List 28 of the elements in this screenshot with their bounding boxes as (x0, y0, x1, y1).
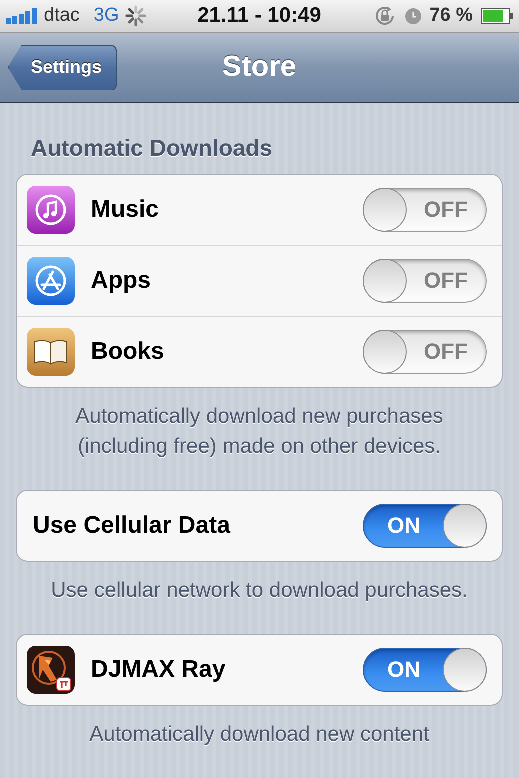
music-note-icon (27, 186, 75, 234)
battery-icon (481, 8, 514, 24)
section-footer: Automatically download new content (90, 720, 430, 750)
toggle-switch[interactable]: OFF (363, 259, 487, 303)
carrier-name: dtac (44, 5, 80, 27)
setting-label: Use Cellular Data (32, 512, 232, 540)
section-footer: Automatically download new purchases (including free) made on other devices. (50, 402, 470, 462)
page-title: Store (222, 51, 297, 84)
back-button[interactable]: Settings (8, 44, 118, 90)
app-store-icon (27, 257, 75, 305)
toggle-switch[interactable]: OFF (363, 188, 487, 232)
setting-label: DJMAX Ray (91, 656, 227, 684)
setting-label: Music (91, 196, 160, 224)
battery-percentage: 76 % (430, 5, 474, 27)
section-header: Automatic Downloads (31, 135, 273, 162)
setting-label: Books (91, 338, 166, 366)
toggle-switch[interactable]: OFF (363, 330, 487, 374)
toggle-switch[interactable]: ON (363, 648, 487, 692)
network-type: 3G (94, 5, 120, 27)
signal-icon (6, 8, 38, 24)
toggle-switch[interactable]: ON (363, 504, 487, 548)
game-app-icon (27, 646, 75, 694)
activity-spinner-icon (125, 5, 148, 27)
setting-label: Apps (91, 267, 152, 295)
open-book-icon (27, 328, 75, 376)
clock-time: 21.11 - 10:49 (198, 4, 322, 28)
alarm-clock-icon (404, 8, 422, 24)
section-footer: Use cellular network to download purchases. (51, 576, 468, 606)
